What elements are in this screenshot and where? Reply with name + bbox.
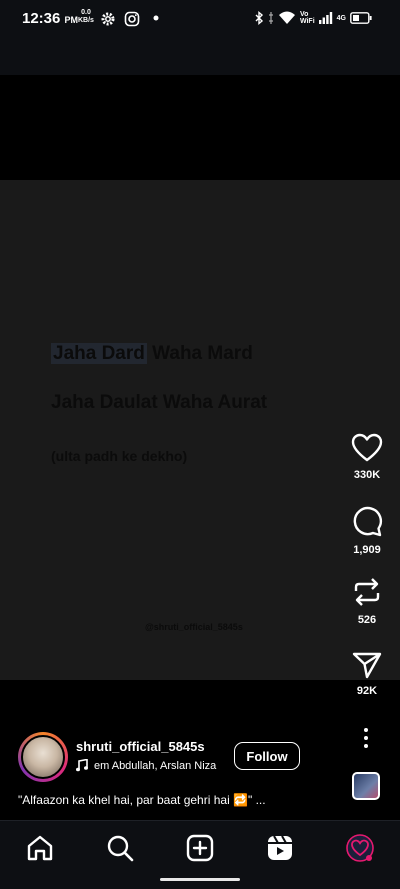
send-icon — [352, 652, 382, 679]
video-top-strip — [0, 38, 400, 75]
home-indicator[interactable] — [160, 878, 240, 881]
more-options-button[interactable] — [358, 726, 374, 750]
status-time-value: 12:36 — [22, 10, 61, 27]
status-time: 12:36 PM — [22, 10, 78, 27]
signal-icon — [318, 12, 332, 24]
comment-button[interactable]: 1,909 — [343, 506, 391, 556]
like-count: 330K — [353, 469, 381, 481]
music-info[interactable]: em Abdullah, Arslan Niza — [76, 759, 226, 772]
overlay-text-line-1: Jaha Dard Waha Mard — [51, 343, 253, 365]
comment-icon — [353, 506, 382, 537]
overlay-text-line-3: (ulta padh ke dekho) — [51, 448, 188, 464]
overlay-text-highlight: Jaha Dard — [51, 343, 147, 364]
vibrate-icon — [268, 12, 273, 24]
video-watermark: @shruti_official_5845s — [145, 622, 243, 632]
volte-label: Vo WiFi — [300, 11, 315, 25]
more-dot-icon — [364, 728, 368, 732]
network-speed-unit: KB/s — [78, 17, 94, 24]
status-indicators: Vo WiFi 4G — [254, 11, 372, 25]
like-button[interactable]: 330K — [343, 433, 391, 481]
more-dot-icon — [364, 744, 368, 748]
share-count: 92K — [356, 685, 378, 697]
heart-icon — [351, 433, 383, 462]
network-generation: 4G — [336, 14, 346, 22]
home-icon[interactable] — [25, 833, 55, 863]
repost-icon — [354, 578, 380, 606]
status-ampm: PM — [64, 15, 79, 25]
avatar-story-ring[interactable] — [18, 732, 68, 782]
instagram-icon — [124, 11, 140, 27]
repost-button[interactable]: 526 — [343, 576, 391, 626]
volte-label-top: Vo — [299, 11, 309, 18]
reel-video[interactable] — [0, 180, 400, 680]
video-letterbox-top — [0, 75, 400, 180]
username[interactable]: shruti_official_5845s — [76, 739, 205, 754]
comment-count: 1,909 — [353, 544, 381, 556]
reels-icon[interactable] — [265, 833, 295, 863]
volte-label-bottom: WiFi — [299, 18, 315, 25]
create-icon[interactable] — [185, 833, 215, 863]
status-bar: 12:36 PM 0.0 KB/s Vo WiFi 4G — [0, 0, 400, 38]
network-speed-value: 0.0 — [81, 9, 91, 16]
audio-thumbnail[interactable] — [352, 772, 380, 800]
overlay-text-rest: Waha Mard — [146, 343, 253, 364]
avatar — [21, 735, 65, 779]
profile-icon[interactable] — [345, 833, 375, 863]
music-title: em Abdullah, Arslan Niza — [94, 759, 217, 772]
music-note-icon — [76, 759, 88, 772]
overlay-text-line-2: Jaha Daulat Waha Aurat — [51, 392, 268, 413]
share-button[interactable]: 92K — [343, 651, 391, 697]
battery-icon — [350, 12, 372, 24]
network-speed: 0.0 KB/s — [78, 9, 94, 25]
search-icon[interactable] — [105, 833, 135, 863]
wifi-icon — [278, 11, 295, 24]
settings-icon — [101, 12, 115, 26]
repost-count: 526 — [357, 614, 377, 626]
follow-button[interactable]: Follow — [234, 742, 300, 770]
caption[interactable]: "Alfaazon ka khel hai, par baat gehri ha… — [18, 793, 266, 807]
bluetooth-icon — [255, 11, 263, 25]
more-dot-icon — [364, 736, 368, 740]
notification-dot-icon — [153, 15, 159, 21]
